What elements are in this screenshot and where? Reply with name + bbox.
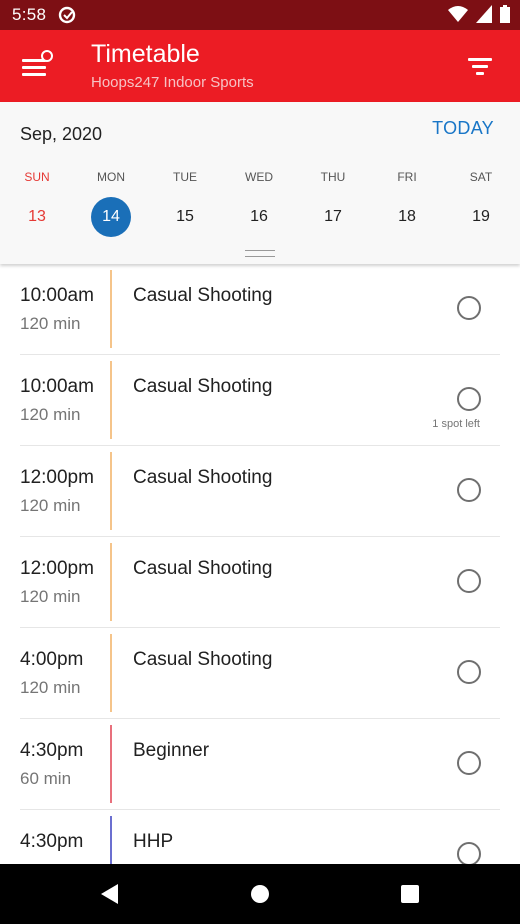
session-row[interactable]: 10:00am 120 min Casual Shooting bbox=[0, 264, 520, 355]
session-time: 10:00am bbox=[20, 285, 94, 306]
session-color-bar bbox=[110, 634, 112, 712]
session-color-bar bbox=[110, 361, 112, 439]
session-row[interactable]: 10:00am 120 min Casual Shooting 1 spot left bbox=[0, 355, 520, 446]
page-title: Timetable bbox=[91, 40, 200, 68]
day-name-sat: SAT bbox=[469, 170, 493, 184]
navigation-bar bbox=[0, 864, 520, 924]
page-subtitle: Hoops247 Indoor Sports bbox=[91, 74, 254, 91]
session-time: 12:00pm bbox=[20, 467, 94, 488]
session-name: Casual Shooting bbox=[133, 285, 273, 306]
day-name-fri: FRI bbox=[397, 170, 417, 184]
day-name-wed: WED bbox=[245, 170, 273, 184]
session-color-bar bbox=[110, 270, 112, 348]
today-button[interactable]: TODAY bbox=[432, 118, 494, 139]
session-name: Beginner bbox=[133, 740, 210, 761]
back-icon[interactable] bbox=[98, 882, 122, 906]
filter-icon[interactable] bbox=[466, 54, 494, 78]
spots-left-label: 1 spot left bbox=[432, 418, 480, 430]
session-duration: 60 min bbox=[20, 769, 72, 788]
booking-checkbox[interactable] bbox=[457, 296, 481, 320]
session-time: 12:00pm bbox=[20, 558, 94, 579]
day-number-wed[interactable]: 16 bbox=[239, 197, 279, 237]
session-duration: 120 min bbox=[20, 496, 81, 515]
session-time: 4:30pm bbox=[20, 831, 84, 852]
session-time: 4:00pm bbox=[20, 649, 84, 670]
recents-icon[interactable] bbox=[398, 882, 422, 906]
wifi-icon bbox=[448, 6, 468, 22]
session-row[interactable]: 4:30pm 60 min Beginner bbox=[0, 719, 520, 810]
session-color-bar bbox=[110, 725, 112, 803]
session-duration: 120 min bbox=[20, 405, 81, 424]
day-name-mon: MON bbox=[97, 170, 125, 184]
app-bar: Timetable Hoops247 Indoor Sports bbox=[0, 30, 520, 102]
session-color-bar bbox=[110, 452, 112, 530]
day-number-sun[interactable]: 13 bbox=[17, 197, 57, 237]
booking-checkbox[interactable] bbox=[457, 842, 481, 864]
session-time: 10:00am bbox=[20, 376, 94, 397]
day-number-thu[interactable]: 17 bbox=[313, 197, 353, 237]
session-row[interactable]: 12:00pm 120 min Casual Shooting bbox=[0, 446, 520, 537]
month-label: Sep, 2020 bbox=[20, 124, 103, 144]
booking-checkbox[interactable] bbox=[457, 751, 481, 775]
session-duration: 120 min bbox=[20, 314, 81, 333]
session-name: Casual Shooting bbox=[133, 376, 273, 397]
day-name-tue: TUE bbox=[173, 170, 197, 184]
session-name: Casual Shooting bbox=[133, 467, 273, 488]
app-notification-icon bbox=[59, 6, 76, 24]
status-time: 5:58 bbox=[12, 5, 47, 24]
day-number-tue[interactable]: 15 bbox=[165, 197, 205, 237]
session-time: 4:30pm bbox=[20, 740, 84, 761]
signal-icon bbox=[476, 5, 492, 23]
hamburger-menu-icon[interactable] bbox=[20, 50, 54, 80]
session-list: 10:00am 120 min Casual Shooting 10:00am 120 … bbox=[0, 264, 520, 864]
booking-checkbox[interactable] bbox=[457, 387, 481, 411]
day-number-sat[interactable]: 19 bbox=[461, 197, 501, 237]
session-duration: 120 min bbox=[20, 587, 81, 606]
day-name-thu: THU bbox=[320, 170, 346, 184]
week-calendar: Sep, 2020 TODAY SUN 13 MON 14 TUE 15 WED 16 THU 1… bbox=[0, 102, 520, 264]
session-color-bar bbox=[110, 543, 112, 621]
session-row[interactable]: 4:30pm HHP bbox=[0, 810, 520, 864]
session-row[interactable]: 12:00pm 120 min Casual Shooting bbox=[0, 537, 520, 628]
session-duration: 120 min bbox=[20, 678, 81, 697]
home-icon[interactable] bbox=[248, 882, 272, 906]
session-name: Casual Shooting bbox=[133, 649, 273, 670]
session-name: HHP bbox=[133, 831, 174, 852]
battery-icon bbox=[500, 5, 510, 23]
day-number-mon[interactable]: 14 bbox=[91, 197, 131, 237]
session-name: Casual Shooting bbox=[133, 558, 273, 579]
booking-checkbox[interactable] bbox=[457, 660, 481, 684]
booking-checkbox[interactable] bbox=[457, 478, 481, 502]
drag-handle[interactable] bbox=[245, 250, 275, 257]
day-number-fri[interactable]: 18 bbox=[387, 197, 427, 237]
day-name-sun: SUN bbox=[24, 170, 50, 184]
session-color-bar bbox=[110, 816, 112, 864]
session-row[interactable]: 4:00pm 120 min Casual Shooting bbox=[0, 628, 520, 719]
status-bar: 5:58 bbox=[0, 0, 520, 30]
booking-checkbox[interactable] bbox=[457, 569, 481, 593]
